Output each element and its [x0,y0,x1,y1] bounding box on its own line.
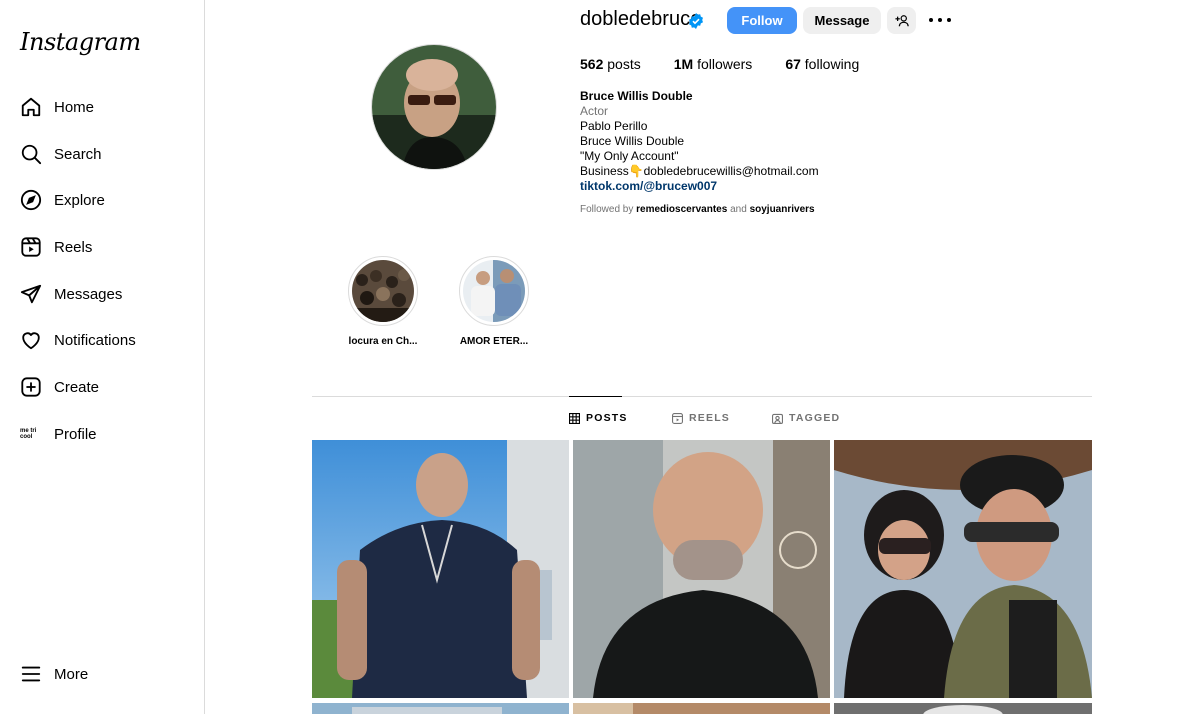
sidebar-item-label: Messages [54,285,123,303]
tab-label: TAGGED [789,412,841,424]
compass-icon [20,189,42,211]
post-thumbnail[interactable] [573,440,830,698]
dot [938,18,942,22]
bio-line: Pablo Perillo [580,119,648,133]
highlight-ring [459,256,529,326]
verified-badge-icon [689,13,703,29]
sidebar-item-messages[interactable]: Messages [12,274,192,314]
post-thumbnail[interactable] [834,440,1092,698]
paper-plane-icon [20,283,42,305]
highlight-thumbnail [352,260,414,322]
bio-name: Bruce Willis Double [580,89,693,103]
highlight-thumbnail [463,260,525,322]
profile-avatar-icon: me tri cool [20,428,37,440]
grid-icon [569,412,580,424]
bio-external-link[interactable]: tiktok.com/@brucew007 [580,179,819,194]
sidebar-item-label: Explore [54,191,105,209]
suggested-users-button[interactable] [887,7,916,34]
sidebar-item-more[interactable]: More [12,654,192,694]
sidebar-item-create[interactable]: Create [12,367,192,407]
followers-count[interactable]: 1M followers [674,56,753,72]
add-user-icon [894,14,909,26]
post-thumbnail[interactable] [312,702,569,714]
sidebar-item-label: Home [54,98,95,116]
sidebar-item-label: Create [54,378,100,396]
bio-line: Business👇dobledebrucewillis@hotmail.com [580,164,819,178]
instagram-logo[interactable]: Instagram [20,28,141,56]
story-highlight[interactable]: locura en Ch... [343,256,423,347]
sidebar: Instagram Home Search Explore Reels Mess… [0,0,205,714]
bio-line: "My Only Account" [580,149,679,163]
tabs-divider [312,396,1092,397]
tagged-icon [772,413,783,424]
tab-label: REELS [689,412,731,424]
profile-stats: 562 posts 1M followers 67 following [580,56,892,72]
post-thumbnail[interactable] [312,440,569,698]
post-thumbnail[interactable] [834,702,1092,714]
bio-line: Bruce Willis Double [580,134,685,148]
profile-username: dobledebruce [580,8,702,30]
highlight-ring [348,256,418,326]
sidebar-item-notifications[interactable]: Notifications [12,320,192,360]
heart-icon [20,329,42,351]
sidebar-item-profile[interactable]: me tri cool Profile [12,414,192,454]
message-button[interactable]: Message [803,7,881,34]
tab-reels[interactable]: REELS [672,412,730,424]
sidebar-item-home[interactable]: Home [12,87,192,127]
sidebar-item-search[interactable]: Search [12,134,192,174]
sidebar-item-label: More [54,665,89,683]
reels-icon [672,412,683,424]
sidebar-item-label: Reels [54,238,93,256]
tab-posts[interactable]: POSTS [569,412,628,424]
sidebar-item-label: Search [54,145,102,163]
sidebar-item-reels[interactable]: Reels [12,227,192,267]
profile-avatar[interactable] [371,44,497,170]
follow-button[interactable]: Follow [727,7,797,34]
profile-bio: Bruce Willis Double Actor Pablo Perillo … [580,89,819,194]
sidebar-item-explore[interactable]: Explore [12,180,192,220]
active-tab-indicator [569,396,622,397]
home-icon [20,96,42,118]
sidebar-item-label: Profile [54,425,97,443]
hamburger-menu-icon [20,663,42,685]
plus-square-icon [20,376,42,398]
tab-label: POSTS [586,412,628,424]
highlight-caption: AMOR ETER... [459,336,529,347]
tab-tagged[interactable]: TAGGED [772,412,840,424]
dot [947,18,951,22]
search-icon [20,143,42,165]
post-thumbnail[interactable] [573,702,830,714]
bio-category: Actor [580,104,609,118]
more-options-button[interactable] [929,10,951,30]
sidebar-item-label: Notifications [54,331,136,349]
reels-icon [20,236,42,258]
story-highlight[interactable]: AMOR ETER... [454,256,534,347]
dot [929,18,933,22]
following-count[interactable]: 67 following [785,56,859,72]
followed-by[interactable]: Followed by remedioscervantes and soyjua… [580,204,815,215]
highlight-caption: locura en Ch... [348,336,418,347]
posts-count: 562 posts [580,56,641,72]
